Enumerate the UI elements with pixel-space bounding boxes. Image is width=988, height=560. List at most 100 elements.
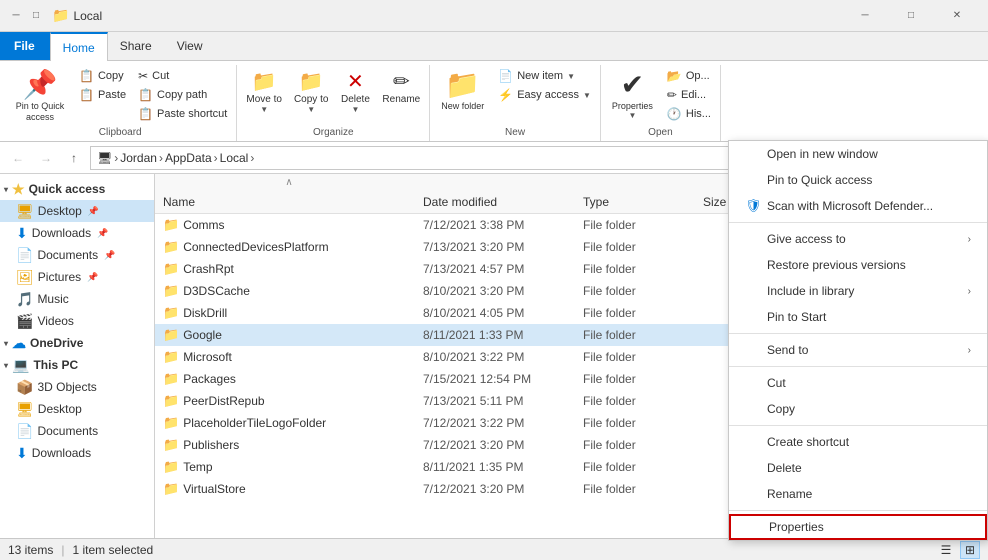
properties-icon: ✔ xyxy=(621,70,644,101)
sidebar-item-documents-quick[interactable]: 📄 Documents 📌 xyxy=(0,244,154,266)
folder-icon: 📁 xyxy=(163,217,179,233)
file-date-cell: 8/11/2021 1:35 PM xyxy=(419,460,579,474)
back-button[interactable]: ← xyxy=(6,146,30,170)
submenu-arrow: › xyxy=(968,286,971,297)
minimize-icon: ─ xyxy=(8,8,24,24)
address-path[interactable]: 🖥 › Jordan › AppData › Local › xyxy=(90,146,810,170)
context-menu-item-restore-versions[interactable]: Restore previous versions xyxy=(729,252,987,278)
context-menu-divider xyxy=(729,366,987,367)
sidebar-item-downloads-pc[interactable]: ⬇ Downloads xyxy=(0,442,154,464)
paste-button[interactable]: 📋 Paste xyxy=(74,86,131,104)
context-menu-item-include-library[interactable]: Include in library› xyxy=(729,278,987,304)
history-button[interactable]: 🕐 His... xyxy=(662,105,716,123)
sidebar-thispc-header[interactable]: ▾ 💻 This PC xyxy=(0,354,154,376)
context-menu-item-pin-quick-access[interactable]: Pin to Quick access xyxy=(729,167,987,193)
context-menu-item-give-access[interactable]: Give access to› xyxy=(729,226,987,252)
pin-to-quick-access-button[interactable]: 📌 Pin to Quick access xyxy=(8,67,72,125)
ctx-label: Pin to Quick access xyxy=(767,173,872,187)
rename-button[interactable]: ✏ Rename xyxy=(377,67,425,108)
onedrive-icon: ☁ xyxy=(12,335,26,352)
sidebar-quick-access-header[interactable]: ▾ ★ Quick access xyxy=(0,178,154,200)
quick-access-star-icon: ★ xyxy=(12,181,25,198)
up-button[interactable]: ↑ xyxy=(62,146,86,170)
folder-icon: 📁 xyxy=(163,239,179,255)
music-folder-icon: 🎵 xyxy=(16,291,33,308)
col-header-type[interactable]: Type xyxy=(579,190,699,213)
new-item-icon: 📄 xyxy=(498,69,513,83)
folder-icon: 📁 xyxy=(163,371,179,387)
delete-icon: ✕ xyxy=(347,70,364,94)
context-menu-item-create-shortcut[interactable]: Create shortcut xyxy=(729,429,987,455)
folder-icon: 📁 xyxy=(163,415,179,431)
title-bar-icons: ─ □ xyxy=(8,8,44,24)
context-menu-item-properties[interactable]: Properties xyxy=(729,514,987,540)
file-type-cell: File folder xyxy=(579,218,699,232)
ctx-label: Scan with Microsoft Defender... xyxy=(767,199,933,213)
copy-to-button[interactable]: 📁 Copy to ▼ xyxy=(289,67,333,117)
downloads-folder-icon: ⬇ xyxy=(16,225,28,242)
open-item-button[interactable]: 📂 Op... xyxy=(662,67,716,85)
details-view-button[interactable]: ☰ xyxy=(936,541,956,559)
tab-view[interactable]: View xyxy=(165,32,216,60)
sidebar-item-3d-objects[interactable]: 📦 3D Objects xyxy=(0,376,154,398)
copy-path-icon: 📋 xyxy=(138,88,153,102)
sidebar-item-videos[interactable]: 🎬 Videos xyxy=(0,310,154,332)
sidebar-item-downloads-quick[interactable]: ⬇ Downloads 📌 xyxy=(0,222,154,244)
tab-file[interactable]: File xyxy=(0,32,50,60)
organize-label: Organize xyxy=(241,125,425,141)
documents-quick-label: Documents xyxy=(37,248,98,262)
file-name-cell: 📁 CrashRpt xyxy=(159,261,419,277)
file-name-cell: 📁 Temp xyxy=(159,459,419,475)
copy-to-arrow: ▼ xyxy=(307,105,315,114)
delete-button[interactable]: ✕ Delete ▼ xyxy=(335,67,375,117)
large-icons-view-button[interactable]: ⊞ xyxy=(960,541,980,559)
forward-button[interactable]: → xyxy=(34,146,58,170)
tab-share[interactable]: Share xyxy=(108,32,165,60)
col-header-date[interactable]: Date modified xyxy=(419,190,579,213)
copy-button[interactable]: 📋 Copy xyxy=(74,67,131,85)
documents-pc-icon: 📄 xyxy=(16,423,33,440)
close-button[interactable]: ✕ xyxy=(934,0,980,32)
folder-icon: 📁 xyxy=(163,305,179,321)
context-menu-item-rename[interactable]: Rename xyxy=(729,481,987,507)
thispc-icon: 💻 xyxy=(12,357,29,374)
file-type-cell: File folder xyxy=(579,394,699,408)
file-type-cell: File folder xyxy=(579,306,699,320)
downloads-pc-icon: ⬇ xyxy=(16,445,28,462)
sidebar-onedrive-header[interactable]: ▾ ☁ OneDrive xyxy=(0,332,154,354)
context-menu-item-open-new-window[interactable]: Open in new window xyxy=(729,141,987,167)
file-type-cell: File folder xyxy=(579,416,699,430)
paste-shortcut-button[interactable]: 📋 Paste shortcut xyxy=(133,105,232,123)
new-item-button[interactable]: 📄 New item ▼ xyxy=(493,67,596,85)
title-folder-icon: 📁 xyxy=(52,7,69,24)
context-menu-item-delete[interactable]: Delete xyxy=(729,455,987,481)
context-menu-item-copy[interactable]: Copy xyxy=(729,396,987,422)
context-menu-item-cut[interactable]: Cut xyxy=(729,370,987,396)
file-name-cell: 📁 PlaceholderTileLogoFolder xyxy=(159,415,419,431)
new-folder-button[interactable]: 📁 New folder xyxy=(434,67,491,114)
copy-path-button[interactable]: 📋 Copy path xyxy=(133,86,232,104)
sidebar-item-documents-pc[interactable]: 📄 Documents xyxy=(0,420,154,442)
folder-icon: 📁 xyxy=(163,283,179,299)
sidebar-item-desktop-pc[interactable]: 🖥 Desktop xyxy=(0,398,154,420)
context-menu-item-pin-start[interactable]: Pin to Start xyxy=(729,304,987,330)
sidebar-item-music[interactable]: 🎵 Music xyxy=(0,288,154,310)
maximize-button[interactable]: □ xyxy=(888,0,934,32)
easy-access-button[interactable]: ⚡ Easy access ▼ xyxy=(493,86,596,104)
move-to-button[interactable]: 📁 Move to ▼ xyxy=(241,67,287,117)
context-menu-item-send-to[interactable]: Send to› xyxy=(729,337,987,363)
minimize-button[interactable]: ─ xyxy=(842,0,888,32)
sidebar-item-pictures-quick[interactable]: 🖼 Pictures 📌 xyxy=(0,266,154,288)
edit-button[interactable]: ✏ Edi... xyxy=(662,86,716,104)
sidebar-item-desktop-quick[interactable]: 🖥 Desktop 📌 xyxy=(0,200,154,222)
cut-button[interactable]: ✂ Cut xyxy=(133,67,232,85)
file-type-cell: File folder xyxy=(579,460,699,474)
properties-button[interactable]: ✔ Properties ▼ xyxy=(605,67,660,123)
tab-home[interactable]: Home xyxy=(50,32,108,61)
context-menu-item-scan-defender[interactable]: 🛡Scan with Microsoft Defender... xyxy=(729,193,987,219)
open-icon: 📂 xyxy=(667,69,682,83)
3d-objects-label: 3D Objects xyxy=(37,380,96,394)
pin-icon: 📌 xyxy=(23,70,58,101)
col-header-name[interactable]: Name xyxy=(159,190,419,213)
file-name-cell: 📁 Google xyxy=(159,327,419,343)
